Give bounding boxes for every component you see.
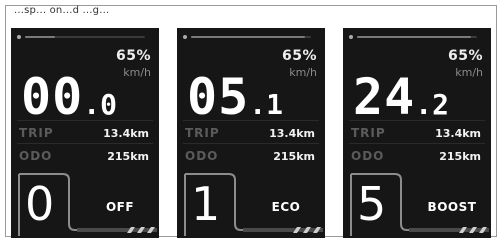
assist-mode-label: OFF <box>105 200 135 214</box>
odo-value: 215km <box>439 150 481 163</box>
divider <box>17 120 153 121</box>
speed-unit: km/h <box>123 66 151 79</box>
divider <box>183 143 319 144</box>
trip-value: 13.4km <box>103 127 149 140</box>
odo-label: ODO <box>19 149 53 163</box>
divider <box>349 120 485 121</box>
progress-track <box>25 36 145 38</box>
odo-value: 215km <box>107 150 149 163</box>
battery-percent: 65% <box>447 48 483 64</box>
speed-unit: km/h <box>289 66 317 79</box>
speed-readout: 00.0 <box>21 72 117 130</box>
progress-bar <box>183 35 319 39</box>
progress-dot <box>183 35 187 39</box>
header-caption: ...sp... on...d ...g... <box>14 5 110 16</box>
speed-integer: 05 <box>187 68 250 126</box>
speed-integer: 24 <box>353 68 416 126</box>
trip-label: TRIP <box>351 126 386 140</box>
progress-dot <box>349 35 353 39</box>
trip-value: 13.4km <box>269 127 315 140</box>
divider <box>17 143 153 144</box>
progress-dot <box>17 35 21 39</box>
display-screen-eco: 65% km/h 05.1 TRIP 13.4km ODO 215km 1 EC… <box>177 28 325 238</box>
odo-label: ODO <box>185 149 219 163</box>
divider <box>349 143 485 144</box>
assist-level-number: 5 <box>357 177 387 231</box>
battery-percent: 65% <box>115 48 151 64</box>
assist-level-number: 1 <box>191 177 221 231</box>
progress-bar <box>17 35 153 39</box>
progress-fill <box>357 36 471 38</box>
trip-label: TRIP <box>19 126 54 140</box>
speed-readout: 05.1 <box>187 72 283 130</box>
battery-percent: 65% <box>281 48 317 64</box>
progress-track <box>357 36 477 38</box>
speed-decimal: .1 <box>249 88 283 121</box>
assist-level-number: 0 <box>25 177 55 231</box>
divider <box>183 120 319 121</box>
progress-bar <box>349 35 485 39</box>
progress-fill <box>25 36 55 38</box>
trip-value: 13.4km <box>435 127 481 140</box>
speed-unit: km/h <box>455 66 483 79</box>
speed-readout: 24.2 <box>353 72 449 130</box>
progress-track <box>191 36 311 38</box>
assist-mode-label: ECO <box>271 200 301 214</box>
progress-fill <box>191 36 305 38</box>
assist-mode-label: BOOST <box>427 200 477 214</box>
display-screen-off: 65% km/h 00.0 TRIP 13.4km ODO 215km 0 OF… <box>11 28 159 238</box>
speed-decimal: .2 <box>415 88 449 121</box>
odo-label: ODO <box>351 149 385 163</box>
display-screen-boost: 65% km/h 24.2 TRIP 13.4km ODO 215km 5 BO… <box>343 28 491 238</box>
speed-decimal: .0 <box>83 88 117 121</box>
trip-label: TRIP <box>185 126 220 140</box>
speed-integer: 00 <box>21 68 84 126</box>
odo-value: 215km <box>273 150 315 163</box>
